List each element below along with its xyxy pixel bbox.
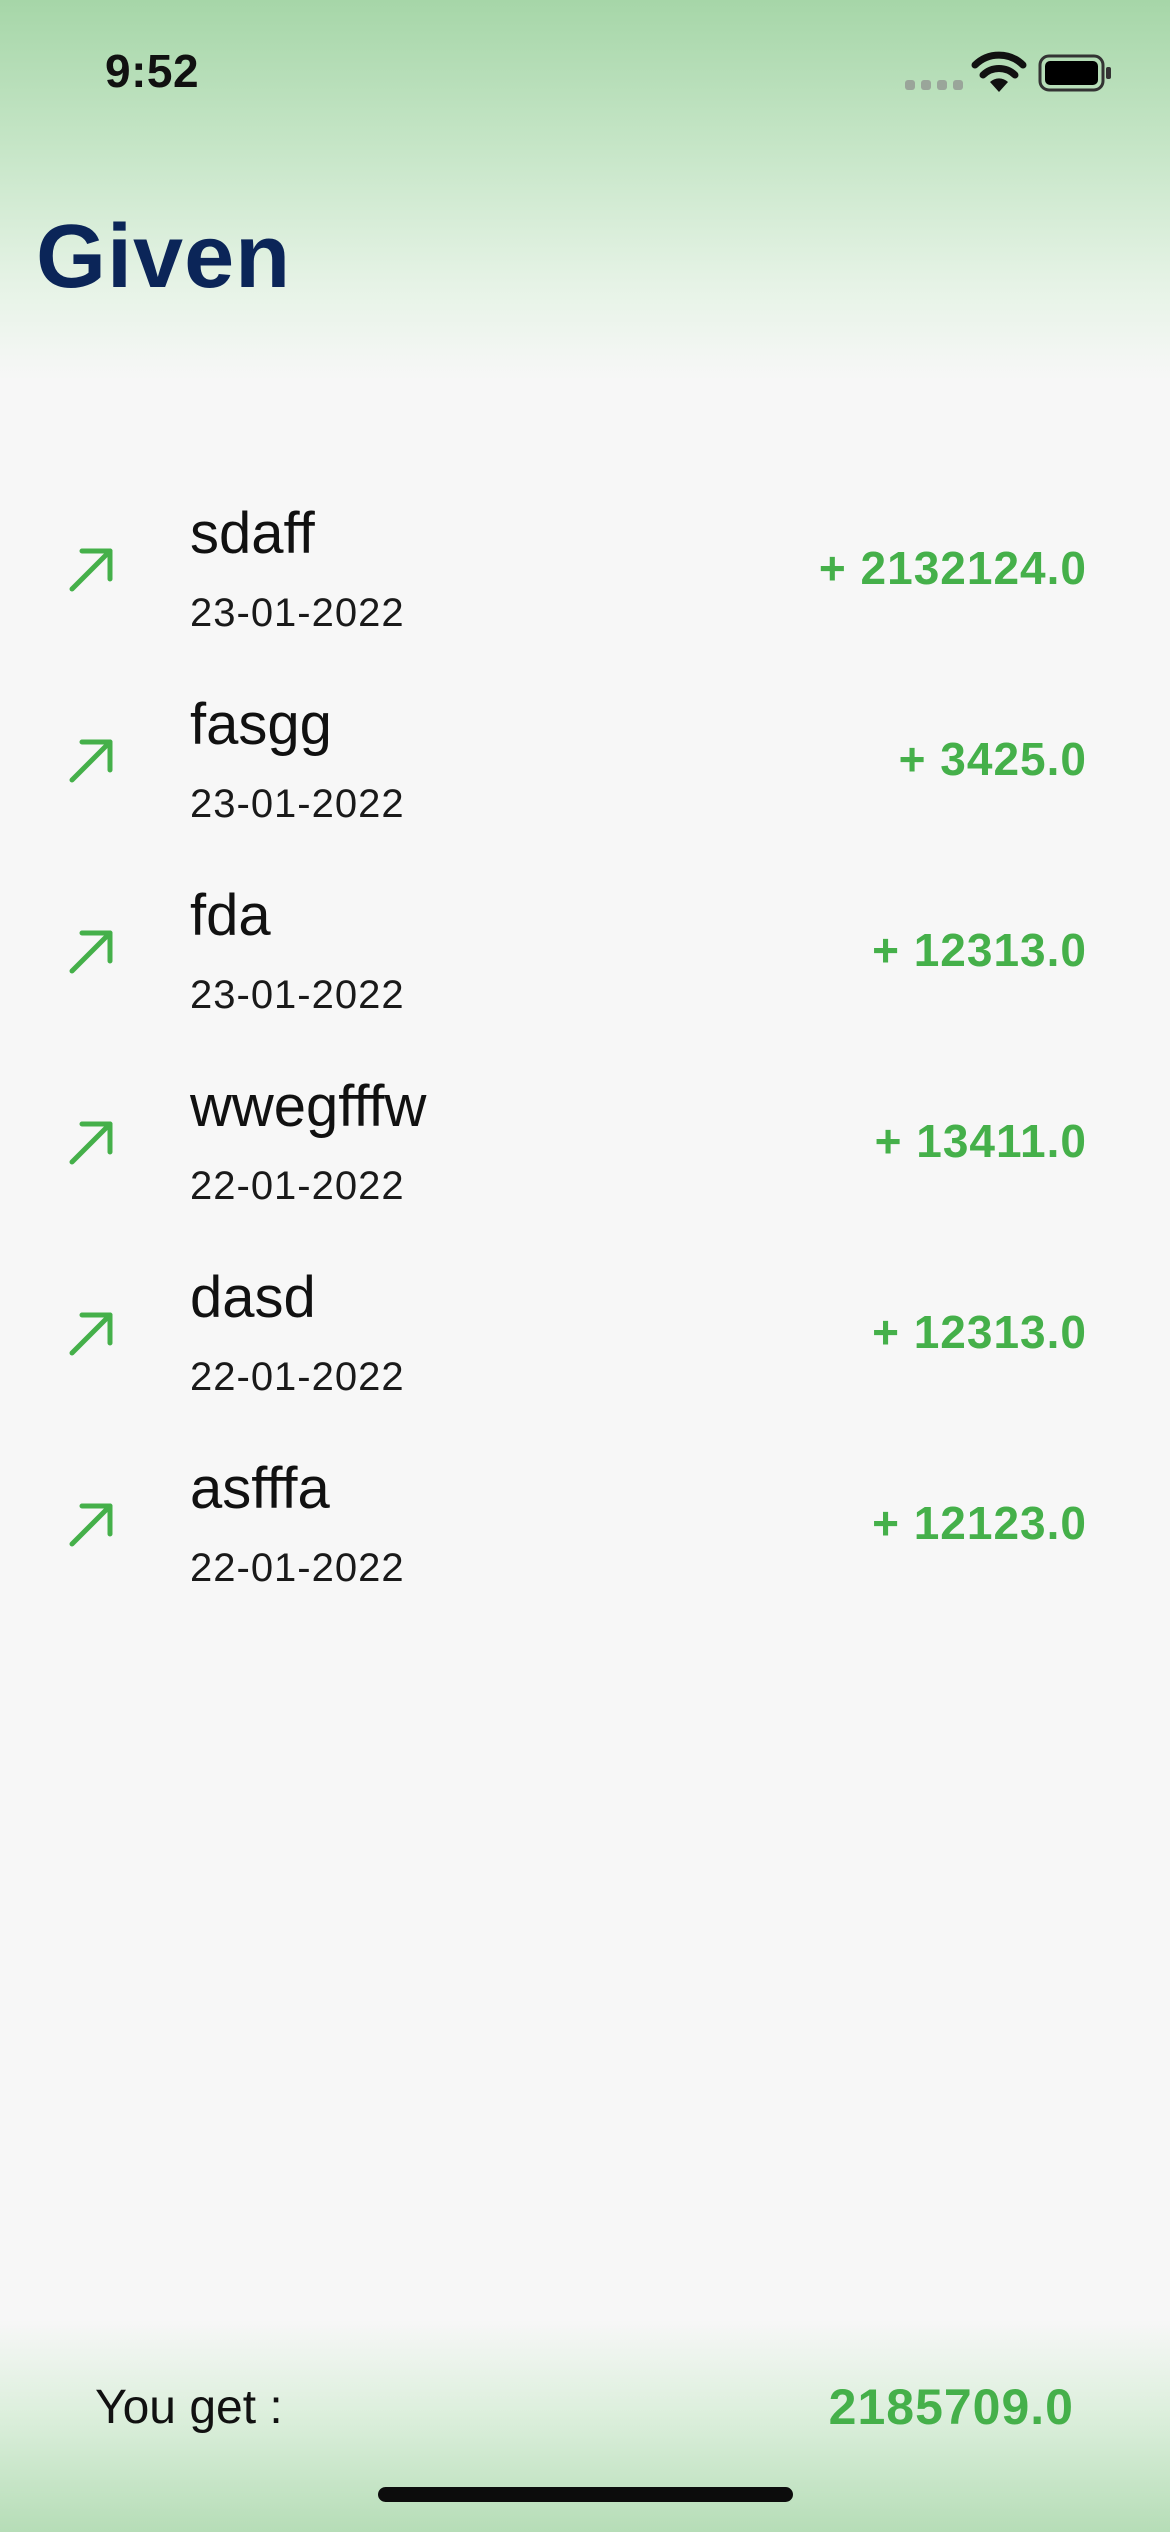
arrow-up-right-icon xyxy=(69,930,113,974)
transaction-name: wwegfffw xyxy=(190,1074,427,1139)
transaction-list: sdaff 23-01-2022 + 2132124.0 fasgg 23-01-202… xyxy=(0,475,1170,1621)
transaction-date: 22-01-2022 xyxy=(190,1546,405,1590)
transaction-row[interactable]: dasd 22-01-2022 + 12313.0 xyxy=(0,1239,1170,1430)
arrow-up-right-icon xyxy=(69,1503,113,1547)
transaction-name: sdaff xyxy=(190,501,315,566)
transaction-date: 23-01-2022 xyxy=(190,973,405,1017)
transaction-date: 23-01-2022 xyxy=(190,591,405,635)
transaction-date: 22-01-2022 xyxy=(190,1164,405,1208)
status-bar: 9:52 xyxy=(0,0,1170,140)
transaction-amount: + 3425.0 xyxy=(898,733,1087,785)
page-title: Given xyxy=(36,207,292,307)
cellular-signal-icon xyxy=(905,80,963,92)
transaction-amount: + 13411.0 xyxy=(874,1115,1087,1167)
arrow-up-right-icon xyxy=(69,1121,113,1165)
arrow-up-right-icon xyxy=(69,1312,113,1356)
arrow-up-right-icon xyxy=(69,548,113,592)
transaction-row[interactable]: wwegfffw 22-01-2022 + 13411.0 xyxy=(0,1048,1170,1239)
total-amount: 2185709.0 xyxy=(828,2379,1074,2435)
transaction-row[interactable]: asfffa 22-01-2022 + 12123.0 xyxy=(0,1430,1170,1621)
transaction-name: dasd xyxy=(190,1265,316,1330)
transaction-amount: + 12123.0 xyxy=(872,1497,1087,1549)
transaction-amount: + 2132124.0 xyxy=(818,542,1087,594)
arrow-up-right-icon xyxy=(69,739,113,783)
transaction-name: fasgg xyxy=(190,692,332,757)
transaction-amount: + 12313.0 xyxy=(872,924,1087,976)
status-time: 9:52 xyxy=(105,45,200,97)
transaction-date: 22-01-2022 xyxy=(190,1355,405,1399)
transaction-row[interactable]: fda 23-01-2022 + 12313.0 xyxy=(0,857,1170,1048)
battery-icon xyxy=(1038,54,1111,92)
transaction-amount: + 12313.0 xyxy=(872,1306,1087,1358)
wifi-icon xyxy=(971,51,1027,92)
total-label: You get : xyxy=(95,2381,283,2434)
transaction-name: asfffa xyxy=(190,1456,330,1521)
transaction-row[interactable]: sdaff 23-01-2022 + 2132124.0 xyxy=(0,475,1170,666)
transaction-row[interactable]: fasgg 23-01-2022 + 3425.0 xyxy=(0,666,1170,857)
transaction-name: fda xyxy=(190,883,271,948)
transaction-date: 23-01-2022 xyxy=(190,782,405,826)
home-indicator[interactable] xyxy=(378,2487,793,2502)
